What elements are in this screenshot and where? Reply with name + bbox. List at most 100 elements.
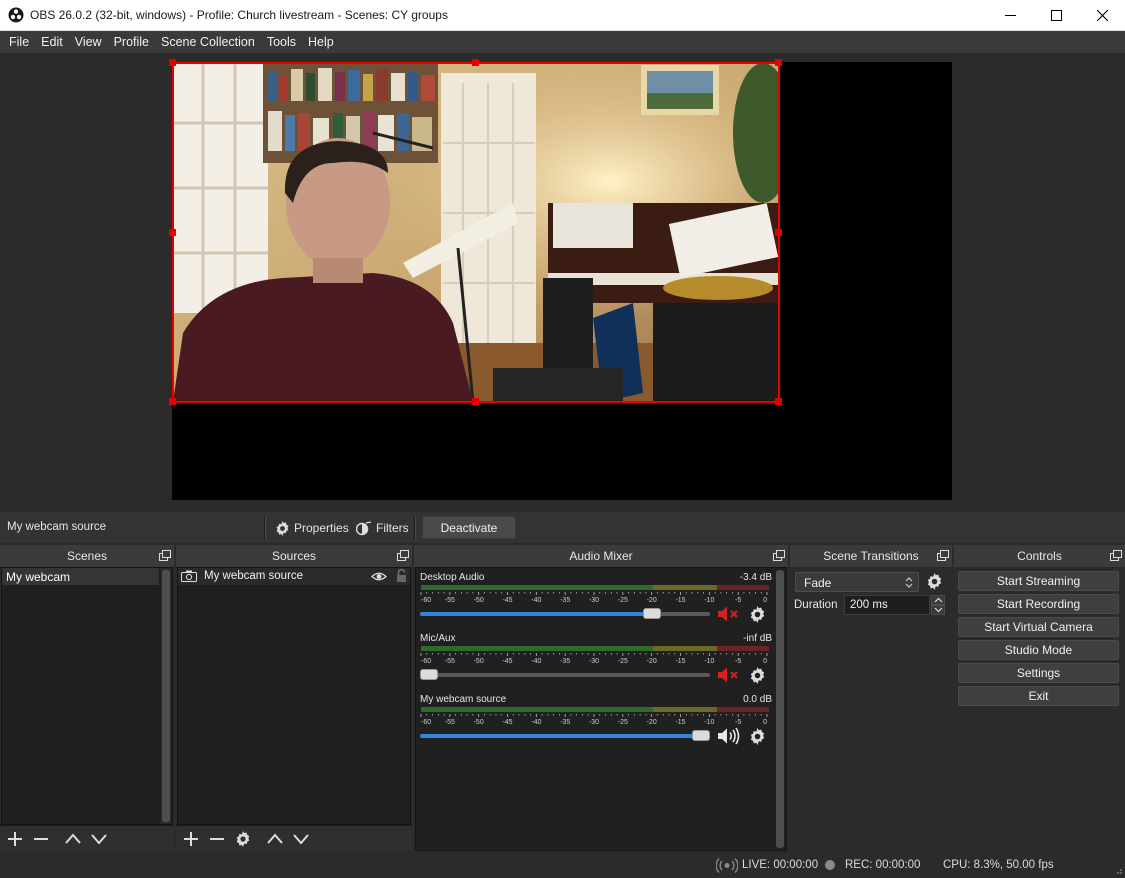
- duration-input[interactable]: 200 ms: [844, 595, 930, 615]
- toolbar-divider: [264, 517, 266, 539]
- start-recording-button[interactable]: Start Recording: [958, 594, 1119, 614]
- meter-scale-label: -40: [531, 719, 541, 726]
- channel-db-readout: 0.0 dB: [743, 694, 772, 705]
- filters-icon: [356, 520, 372, 535]
- volume-slider[interactable]: [420, 608, 710, 619]
- resize-grip-icon[interactable]: [1113, 865, 1123, 875]
- menu-file[interactable]: File: [3, 35, 35, 49]
- mixer-channel: Mic/Aux -inf dB -60 -55 -50 -45 -40 -35 -30 -25 -2…: [420, 633, 772, 689]
- meter-scale-label: -35: [560, 658, 570, 665]
- add-source-button[interactable]: [182, 830, 200, 848]
- meter-scale-label: 0: [763, 719, 767, 726]
- volume-slider-fill: [420, 734, 700, 738]
- minimize-button[interactable]: [987, 0, 1033, 31]
- duration-increment-button[interactable]: [931, 595, 945, 605]
- channel-settings-gear-icon[interactable]: [749, 667, 766, 684]
- volume-slider-handle[interactable]: [643, 608, 662, 619]
- add-scene-button[interactable]: [6, 830, 24, 848]
- undock-icon[interactable]: [159, 550, 171, 561]
- meter-scale-label: -35: [560, 597, 570, 604]
- properties-button[interactable]: Properties: [275, 518, 349, 538]
- volume-slider[interactable]: [420, 730, 710, 741]
- filters-button[interactable]: Filters: [356, 518, 409, 538]
- scenes-scrollbar[interactable]: [161, 568, 171, 824]
- muted-speaker-icon[interactable]: [717, 666, 741, 684]
- undock-icon[interactable]: [937, 550, 949, 561]
- record-dot-icon: [825, 860, 835, 870]
- scene-transitions-dock: Scene Transitions Fade Duration 200 ms: [790, 545, 952, 853]
- deactivate-button[interactable]: Deactivate: [422, 516, 516, 539]
- sources-toolbar: [176, 825, 412, 851]
- transition-select[interactable]: Fade: [795, 572, 919, 592]
- close-icon: [1096, 10, 1108, 21]
- menu-tools[interactable]: Tools: [261, 35, 302, 49]
- channel-settings-gear-icon[interactable]: [749, 606, 766, 623]
- selected-source-name: My webcam source: [7, 521, 107, 533]
- studio-mode-button[interactable]: Studio Mode: [958, 640, 1119, 660]
- menu-view[interactable]: View: [69, 35, 108, 49]
- sources-list[interactable]: My webcam source: [177, 567, 411, 825]
- move-source-up-button[interactable]: [266, 830, 284, 848]
- mixer-scrollbar[interactable]: [775, 568, 785, 850]
- list-item-selected[interactable]: My webcam: [2, 568, 159, 585]
- transition-settings-gear-icon[interactable]: [926, 573, 943, 590]
- scenes-list[interactable]: My webcam: [1, 567, 173, 825]
- preview-canvas[interactable]: [169, 59, 952, 500]
- remove-source-button[interactable]: [208, 830, 226, 848]
- channel-name: My webcam source: [420, 694, 507, 705]
- audio-mixer-title: Audio Mixer: [414, 545, 788, 567]
- volume-meter: [421, 585, 769, 590]
- channel-name: Desktop Audio: [420, 572, 485, 583]
- undock-icon[interactable]: [397, 550, 409, 561]
- chevron-down-icon: [91, 834, 107, 845]
- minimize-icon: [1004, 15, 1016, 16]
- status-bar: LIVE: 00:00:00 REC: 00:00:00 CPU: 8.3%, …: [0, 853, 1125, 878]
- channel-settings-gear-icon[interactable]: [749, 728, 766, 745]
- meter-scale: -60 -55 -50 -45 -40 -35 -30 -25 -20 -15 -10 -5 0: [420, 653, 768, 665]
- close-button[interactable]: [1079, 0, 1125, 31]
- webcam-video-frame[interactable]: [173, 63, 779, 402]
- broadcast-icon: [716, 858, 738, 873]
- menu-help[interactable]: Help: [302, 35, 340, 49]
- chevron-up-icon: [934, 597, 943, 603]
- undock-icon[interactable]: [1110, 550, 1122, 561]
- list-item[interactable]: My webcam source: [178, 568, 410, 585]
- undock-icon[interactable]: [773, 550, 785, 561]
- menu-scene-collection[interactable]: Scene Collection: [155, 35, 261, 49]
- rec-timer: REC: 00:00:00: [845, 859, 921, 871]
- duration-decrement-button[interactable]: [931, 605, 945, 615]
- volume-slider[interactable]: [420, 669, 710, 680]
- start-virtual-camera-button[interactable]: Start Virtual Camera: [958, 617, 1119, 637]
- scenes-toolbar: [0, 825, 174, 851]
- muted-speaker-icon[interactable]: [717, 605, 741, 623]
- volume-slider-handle[interactable]: [692, 730, 710, 741]
- move-scene-up-button[interactable]: [64, 830, 82, 848]
- scrollbar-thumb[interactable]: [162, 570, 170, 822]
- maximize-button[interactable]: [1033, 0, 1079, 31]
- scrollbar-thumb[interactable]: [776, 570, 784, 848]
- meter-scale-label: 0: [763, 597, 767, 604]
- settings-button[interactable]: Settings: [958, 663, 1119, 683]
- remove-scene-button[interactable]: [32, 830, 50, 848]
- preview-area[interactable]: [0, 53, 1125, 511]
- properties-label: Properties: [294, 521, 349, 535]
- start-streaming-button[interactable]: Start Streaming: [958, 571, 1119, 591]
- scenes-dock: Scenes My webcam: [0, 545, 174, 853]
- meter-scale-label: 0: [763, 658, 767, 665]
- meter-scale-label: -55: [445, 719, 455, 726]
- source-properties-button[interactable]: [234, 830, 252, 848]
- volume-slider-handle[interactable]: [420, 669, 438, 680]
- move-scene-down-button[interactable]: [90, 830, 108, 848]
- meter-scale-label: -60: [421, 597, 431, 604]
- meter-scale-label: -55: [445, 597, 455, 604]
- eye-icon[interactable]: [371, 571, 387, 582]
- exit-button[interactable]: Exit: [958, 686, 1119, 706]
- menu-profile[interactable]: Profile: [108, 35, 155, 49]
- meter-scale-label: -30: [589, 597, 599, 604]
- transition-value: Fade: [804, 576, 832, 590]
- move-source-down-button[interactable]: [292, 830, 310, 848]
- unlock-icon[interactable]: [396, 569, 407, 583]
- menu-edit[interactable]: Edit: [35, 35, 69, 49]
- speaker-icon[interactable]: [717, 727, 741, 745]
- meter-scale-label: -50: [474, 597, 484, 604]
